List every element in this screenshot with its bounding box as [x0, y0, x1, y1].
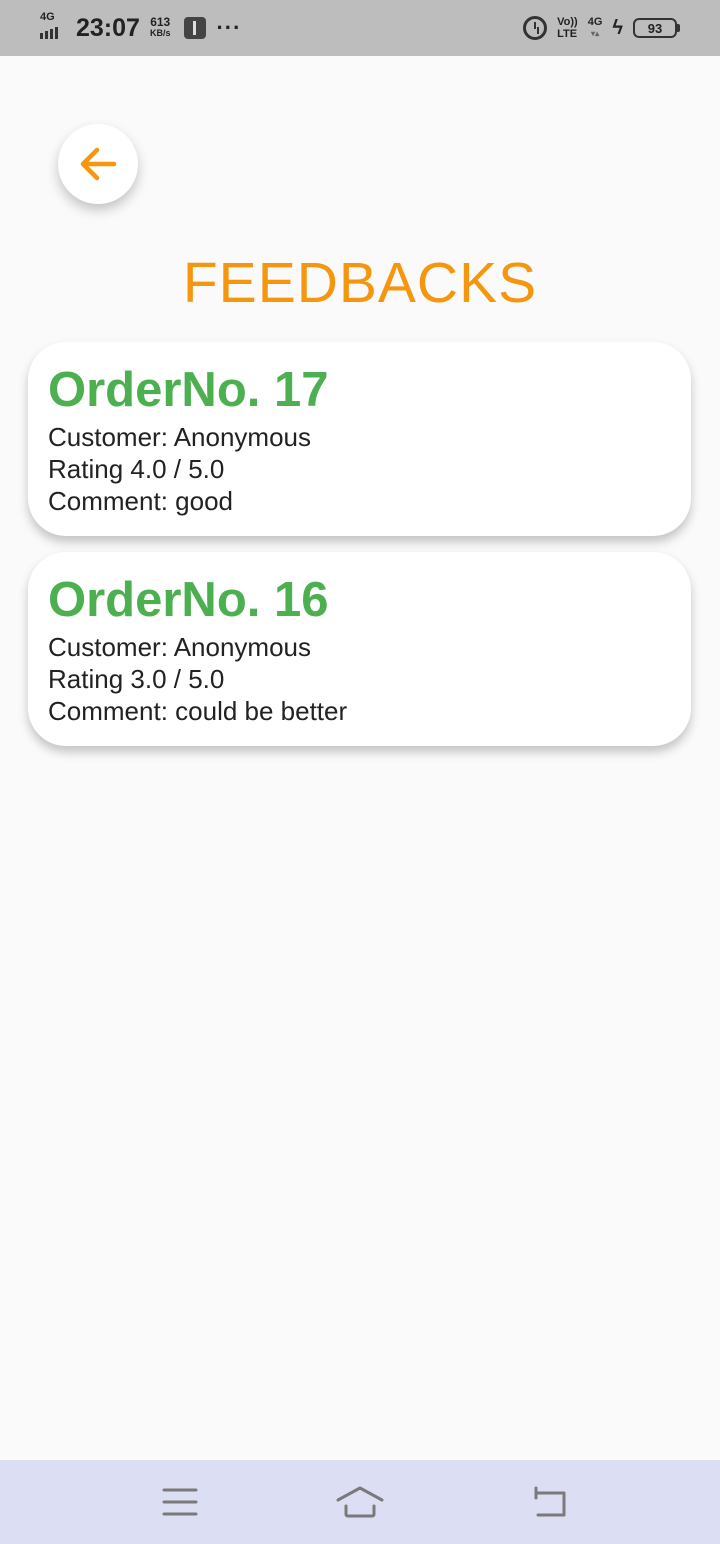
arrow-left-icon [80, 147, 117, 181]
status-right: Vo)) LTE 4G ▾▴ ϟ 93 [523, 8, 680, 48]
signal-icon: 4G [38, 11, 72, 43]
data-activity-icon: ▾▴ [591, 29, 600, 38]
order-number: OrderNo. 17 [48, 363, 329, 417]
feedback-card[interactable]: OrderNo. 17 Customer: Anonymous Rating 4… [28, 342, 691, 536]
data-network-indicator: 4G ▾▴ [588, 17, 603, 39]
battery-level: 93 [647, 20, 663, 36]
network-type: 4G [40, 11, 55, 23]
alarm-icon [523, 16, 548, 40]
speed-value: 613 [150, 15, 171, 29]
battery-icon: 93 [633, 18, 680, 38]
volte-bottom: LTE [557, 28, 578, 40]
volte-top: Vo)) [557, 16, 578, 28]
network-speed: 613 KB/s [149, 15, 171, 39]
status-left: 4G 23:07 613 KB/s ··· [38, 8, 241, 48]
home-button[interactable] [300, 1460, 420, 1544]
more-notifications-icon: ··· [216, 15, 242, 40]
recent-apps-button[interactable] [120, 1460, 240, 1544]
menu-icon [162, 1488, 198, 1516]
clock: 23:07 [76, 13, 140, 42]
usb-icon [184, 17, 207, 39]
rating-text: Rating 4.0 / 5.0 [48, 454, 225, 484]
page-title: FEEDBACKS [182, 251, 538, 315]
comment-text: Comment: good [48, 486, 233, 516]
customer-text: Customer: Anonymous [48, 422, 312, 452]
status-bar: 4G 23:07 613 KB/s ··· Vo)) LTE 4G ▾▴ ϟ 9… [0, 0, 720, 56]
volte-indicator: Vo)) LTE [557, 16, 578, 40]
system-nav-bar [0, 1460, 720, 1544]
rating-text: Rating 3.0 / 5.0 [48, 664, 225, 694]
feedback-card[interactable]: OrderNo. 16 Customer: Anonymous Rating 3… [28, 552, 691, 746]
back-button[interactable] [58, 124, 138, 204]
home-icon [336, 1486, 384, 1518]
back-icon [534, 1486, 566, 1517]
speed-unit: KB/s [149, 28, 171, 38]
charging-icon: ϟ [612, 16, 623, 39]
customer-text: Customer: Anonymous [48, 632, 312, 662]
comment-text: Comment: could be better [48, 696, 348, 726]
order-number: OrderNo. 16 [48, 573, 329, 627]
back-nav-button[interactable] [490, 1460, 610, 1544]
data-network-type: 4G [587, 16, 603, 28]
